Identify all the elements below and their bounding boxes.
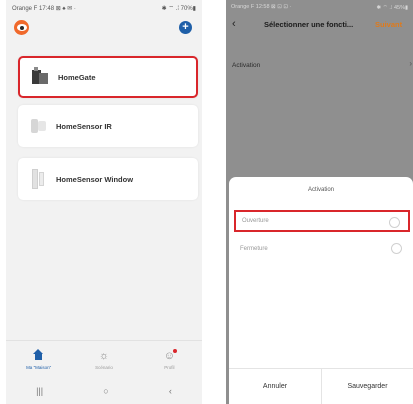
option-label: Ouverture: [242, 218, 269, 224]
activation-label: Activation: [232, 61, 261, 69]
status-bar: Orange F 12:58 ⊠ ⊡ ⊡ · ✱ ⌔ .⁞ 45%▮: [226, 0, 413, 14]
status-left: Orange F 12:58 ⊠ ⊡ ⊡ ·: [231, 4, 292, 10]
home-icon: [33, 349, 44, 363]
back-arrow-icon[interactable]: ‹: [232, 18, 236, 30]
option-fermeture[interactable]: Fermeture: [234, 238, 410, 260]
profile-icon: ☺: [163, 349, 177, 362]
screenshot-stage: Orange F 17:48 ⊠ ♠ ✉ · ✱ ⌔ .⁞ 70%▮ + Hom…: [0, 0, 413, 404]
option-ouverture[interactable]: Ouverture: [234, 210, 410, 232]
status-right: ✱ ⌔ .⁞ 70%▮: [161, 6, 196, 12]
tab-scenario[interactable]: ☼ Scénario: [71, 341, 136, 378]
add-device-button[interactable]: +: [179, 21, 192, 34]
cancel-button[interactable]: Annuler: [229, 369, 321, 404]
android-nav-bar: ||| ○ ‹: [6, 378, 202, 404]
device-label: HomeSensor Window: [56, 174, 134, 184]
window-sensor-icon: [30, 168, 46, 190]
bottom-tab-bar: Ma "Maison" ☼ Scénario ☺ Profil: [6, 340, 202, 378]
screen-header: ‹ Sélectionner une foncti... Suivant: [226, 14, 413, 36]
tab-home[interactable]: Ma "Maison": [6, 341, 71, 378]
tab-profile[interactable]: ☺ Profil: [137, 341, 202, 378]
chevron-right-icon: ›: [409, 59, 412, 68]
device-label: HomeSensor IR: [56, 121, 112, 131]
sun-icon: ☼: [98, 350, 110, 362]
eye-logo-icon: [14, 20, 29, 35]
device-card-homesensor-window[interactable]: HomeSensor Window: [18, 158, 198, 200]
option-label: Fermeture: [240, 246, 268, 252]
page-title: Sélectionner une foncti...: [264, 20, 354, 29]
back-nav-icon[interactable]: ‹: [169, 386, 172, 396]
status-bar: Orange F 17:48 ⊠ ♠ ✉ · ✱ ⌔ .⁞ 70%▮: [6, 0, 202, 16]
radio-button[interactable]: [389, 217, 400, 228]
app-header: +: [6, 16, 202, 40]
device-card-homesensor-ir[interactable]: HomeSensor IR: [18, 105, 198, 147]
home-nav-icon[interactable]: ○: [103, 386, 108, 396]
device-label: HomeGate: [58, 72, 96, 82]
recents-icon[interactable]: |||: [36, 386, 43, 396]
next-button[interactable]: Suivant: [375, 20, 402, 29]
status-right: ✱ ⌔ .⁞ 45%▮: [376, 4, 408, 11]
sheet-title: Activation: [307, 187, 334, 193]
function-select-screen: Orange F 12:58 ⊠ ⊡ ⊡ · ✱ ⌔ .⁞ 45%▮ ‹ Sél…: [226, 0, 413, 404]
ir-sensor-icon: [30, 115, 46, 137]
devices-screen: Orange F 17:48 ⊠ ♠ ✉ · ✱ ⌔ .⁞ 70%▮ + Hom…: [6, 0, 202, 404]
tab-label: Ma "Maison": [26, 365, 52, 370]
homegate-icon: [32, 66, 48, 88]
radio-button[interactable]: [391, 243, 402, 254]
activation-row[interactable]: Activation ›: [226, 55, 413, 75]
status-left: Orange F 17:48 ⊠ ♠ ✉ ·: [12, 5, 76, 12]
device-card-homegate[interactable]: HomeGate: [18, 56, 198, 98]
activation-bottom-sheet: Activation Ouverture Fermeture Annuler S…: [229, 177, 413, 404]
tab-label: Scénario: [95, 365, 113, 370]
save-button[interactable]: Sauvegarder: [321, 369, 413, 404]
tab-label: Profil: [164, 365, 175, 370]
